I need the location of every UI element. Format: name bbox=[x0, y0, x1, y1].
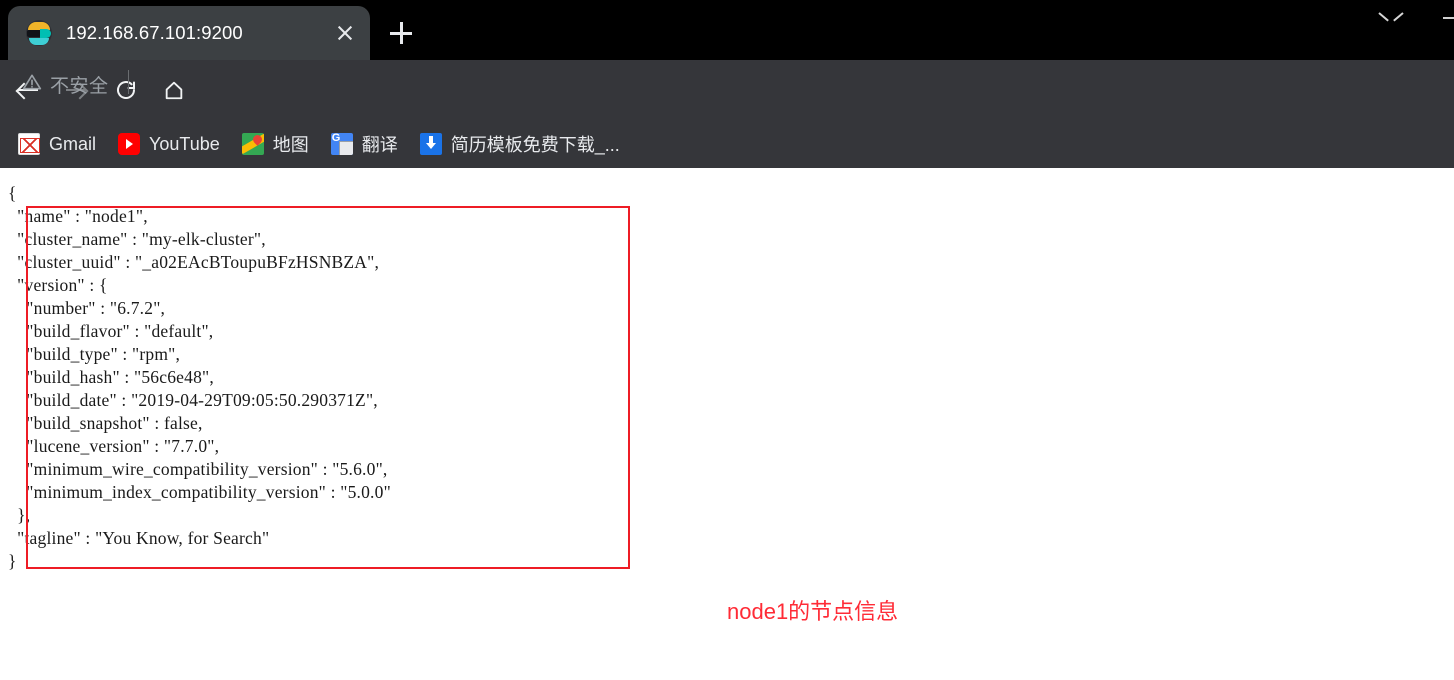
youtube-icon bbox=[118, 133, 141, 155]
bookmarks-bar: Gmail YouTube 地图 翻译 简历模板免费下载_... bbox=[0, 120, 1454, 168]
json-highlight-box bbox=[26, 206, 630, 569]
maps-icon bbox=[241, 133, 264, 155]
bookmark-label: 翻译 bbox=[361, 135, 398, 155]
bookmark-maps[interactable]: 地图 bbox=[241, 131, 309, 157]
bookmark-label: 简历模板免费下载_... bbox=[450, 135, 620, 155]
gmail-icon bbox=[18, 133, 40, 155]
omnibox-divider bbox=[128, 70, 129, 94]
annotation-label: node1的节点信息 bbox=[727, 599, 899, 624]
download-icon bbox=[419, 133, 442, 155]
elasticsearch-favicon bbox=[26, 20, 52, 46]
browser-tab[interactable]: 192.168.67.101:9200 bbox=[8, 6, 370, 60]
browser-window: 192.168.67.101:9200 不安全 Gmail YouTube 地图… bbox=[0, 0, 1454, 680]
bookmark-label: 地图 bbox=[272, 135, 309, 155]
warning-triangle-icon[interactable] bbox=[22, 72, 42, 92]
bookmark-label: YouTube bbox=[149, 133, 220, 154]
tab-title: 192.168.67.101:9200 bbox=[66, 22, 243, 43]
bookmark-translate[interactable]: 翻译 bbox=[330, 131, 398, 157]
bookmark-gmail[interactable]: Gmail bbox=[18, 133, 96, 155]
reload-icon[interactable] bbox=[110, 74, 142, 106]
tab-strip: 192.168.67.101:9200 bbox=[0, 0, 1454, 60]
chevron-down-icon[interactable] bbox=[1378, 8, 1404, 28]
close-icon[interactable] bbox=[332, 20, 358, 46]
bookmark-resume-download[interactable]: 简历模板免费下载_... bbox=[419, 131, 620, 157]
page-content: { "name" : "node1", "cluster_name" : "my… bbox=[0, 168, 1454, 680]
bookmark-label: Gmail bbox=[49, 133, 97, 154]
bookmark-youtube[interactable]: YouTube bbox=[118, 133, 220, 155]
home-icon[interactable] bbox=[158, 74, 190, 106]
security-label: 不安全 bbox=[50, 76, 109, 97]
browser-toolbar: 不安全 192.168.67.101:9200 G 文 bbox=[0, 60, 1454, 172]
translate-icon bbox=[330, 133, 353, 155]
plus-icon[interactable] bbox=[384, 16, 418, 50]
minimize-icon[interactable] bbox=[1443, 17, 1454, 19]
